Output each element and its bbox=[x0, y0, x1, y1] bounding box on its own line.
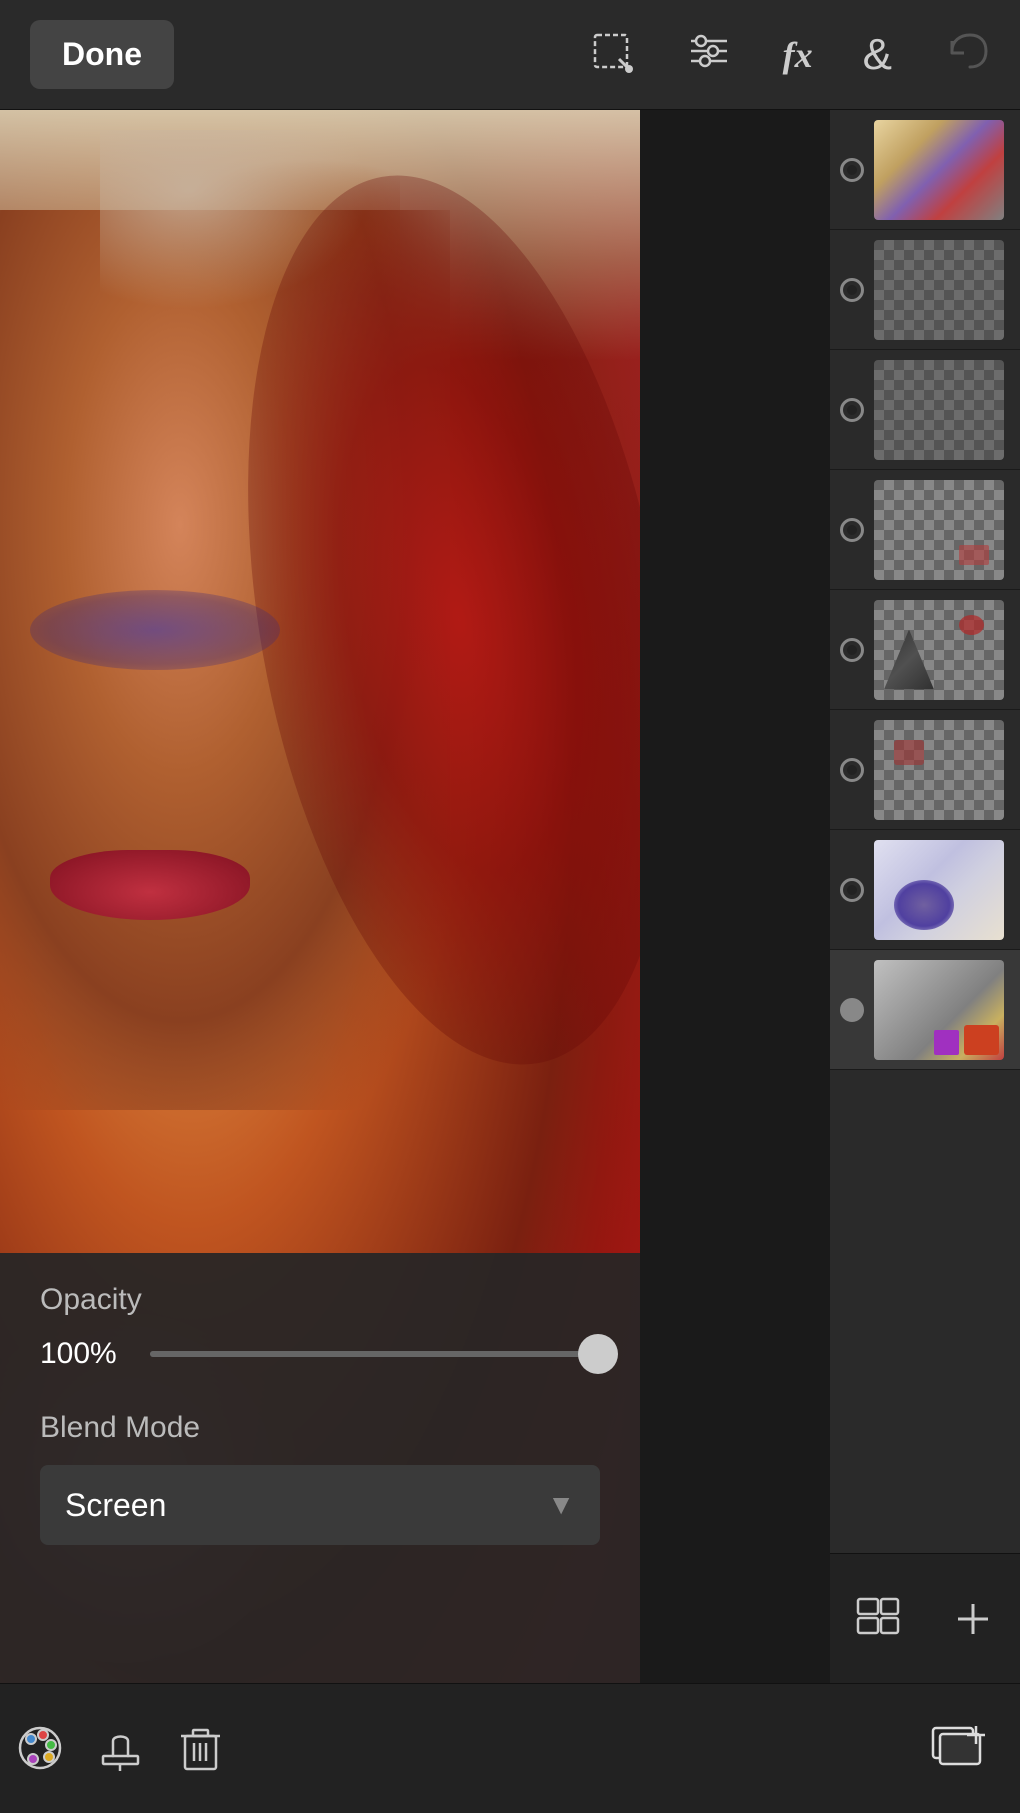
layer-visibility-8[interactable] bbox=[830, 998, 874, 1022]
radio-inner-2 bbox=[847, 285, 857, 295]
slider-thumb[interactable] bbox=[578, 1334, 618, 1374]
radio-2 bbox=[840, 278, 864, 302]
layer-visibility-3[interactable] bbox=[830, 398, 874, 422]
radio-inner-1 bbox=[847, 165, 857, 175]
blend-mode-dropdown[interactable]: Screen ▼ bbox=[40, 1465, 600, 1545]
toolbar-icons: fx & bbox=[587, 27, 990, 82]
layers-panel bbox=[830, 110, 1020, 1683]
top-toolbar: Done fx & bbox=[0, 0, 1020, 110]
layer-visibility-4[interactable] bbox=[830, 518, 874, 542]
layers-view-button[interactable] bbox=[853, 1594, 903, 1644]
radio-7 bbox=[840, 878, 864, 902]
radio-inner-5 bbox=[847, 645, 857, 655]
opacity-label: Opacity bbox=[40, 1283, 600, 1317]
done-button[interactable]: Done bbox=[30, 20, 174, 89]
fx-icon[interactable]: fx bbox=[783, 37, 813, 73]
add-layer-button[interactable] bbox=[900, 1709, 1020, 1789]
layer-thumbnail-8[interactable] bbox=[874, 960, 1004, 1060]
radio-1 bbox=[840, 158, 864, 182]
radio-3 bbox=[840, 398, 864, 422]
paint-palette-button[interactable] bbox=[0, 1709, 80, 1789]
radio-5 bbox=[840, 638, 864, 662]
radio-4 bbox=[840, 518, 864, 542]
radio-6 bbox=[840, 758, 864, 782]
layer-item[interactable] bbox=[830, 110, 1020, 230]
layer-thumbnail-4[interactable] bbox=[874, 480, 1004, 580]
delete-layer-button[interactable] bbox=[160, 1709, 240, 1789]
layer-thumbnail-7[interactable] bbox=[874, 840, 1004, 940]
layer-item[interactable] bbox=[830, 830, 1020, 950]
opacity-value: 100% bbox=[40, 1337, 130, 1371]
layer-visibility-5[interactable] bbox=[830, 638, 874, 662]
layer-visibility-6[interactable] bbox=[830, 758, 874, 782]
add-layer-panel-button[interactable] bbox=[948, 1594, 998, 1644]
layer-thumbnail-1[interactable] bbox=[874, 120, 1004, 220]
bottom-toolbar bbox=[0, 1683, 1020, 1813]
layer-thumbnail-6[interactable] bbox=[874, 720, 1004, 820]
layer-item-active[interactable] bbox=[830, 950, 1020, 1070]
radio-8 bbox=[840, 998, 864, 1022]
dropdown-arrow-icon: ▼ bbox=[547, 1489, 575, 1521]
select-tool-icon[interactable] bbox=[587, 27, 635, 82]
blend-mode-label: Blend Mode bbox=[40, 1411, 600, 1445]
layer-item[interactable] bbox=[830, 470, 1020, 590]
opacity-row: 100% bbox=[40, 1337, 600, 1371]
undo-icon[interactable] bbox=[942, 27, 990, 82]
adjustments-icon[interactable] bbox=[685, 27, 733, 82]
lips bbox=[50, 850, 250, 920]
layer-visibility-1[interactable] bbox=[830, 158, 874, 182]
layer-thumbnail-2[interactable] bbox=[874, 240, 1004, 340]
layers-panel-bottom bbox=[830, 1553, 1020, 1683]
layer-visibility-2[interactable] bbox=[830, 278, 874, 302]
radio-inner-7 bbox=[847, 885, 857, 895]
layer-item[interactable] bbox=[830, 350, 1020, 470]
layers-scroll[interactable] bbox=[830, 110, 1020, 1683]
layer-item[interactable] bbox=[830, 590, 1020, 710]
layer-thumbnail-3[interactable] bbox=[874, 360, 1004, 460]
slider-fill bbox=[150, 1351, 600, 1357]
layer-item[interactable] bbox=[830, 230, 1020, 350]
radio-inner-3 bbox=[847, 405, 857, 415]
radio-inner-6 bbox=[847, 765, 857, 775]
blend-mode-value: Screen bbox=[65, 1487, 166, 1524]
radio-inner-4 bbox=[847, 525, 857, 535]
stamp-button[interactable] bbox=[80, 1709, 160, 1789]
layer-thumbnail-5[interactable] bbox=[874, 600, 1004, 700]
eye-shadow bbox=[30, 590, 280, 670]
combine-icon[interactable]: & bbox=[863, 33, 892, 77]
layer-item[interactable] bbox=[830, 710, 1020, 830]
layer-visibility-7[interactable] bbox=[830, 878, 874, 902]
opacity-slider[interactable] bbox=[150, 1351, 600, 1357]
